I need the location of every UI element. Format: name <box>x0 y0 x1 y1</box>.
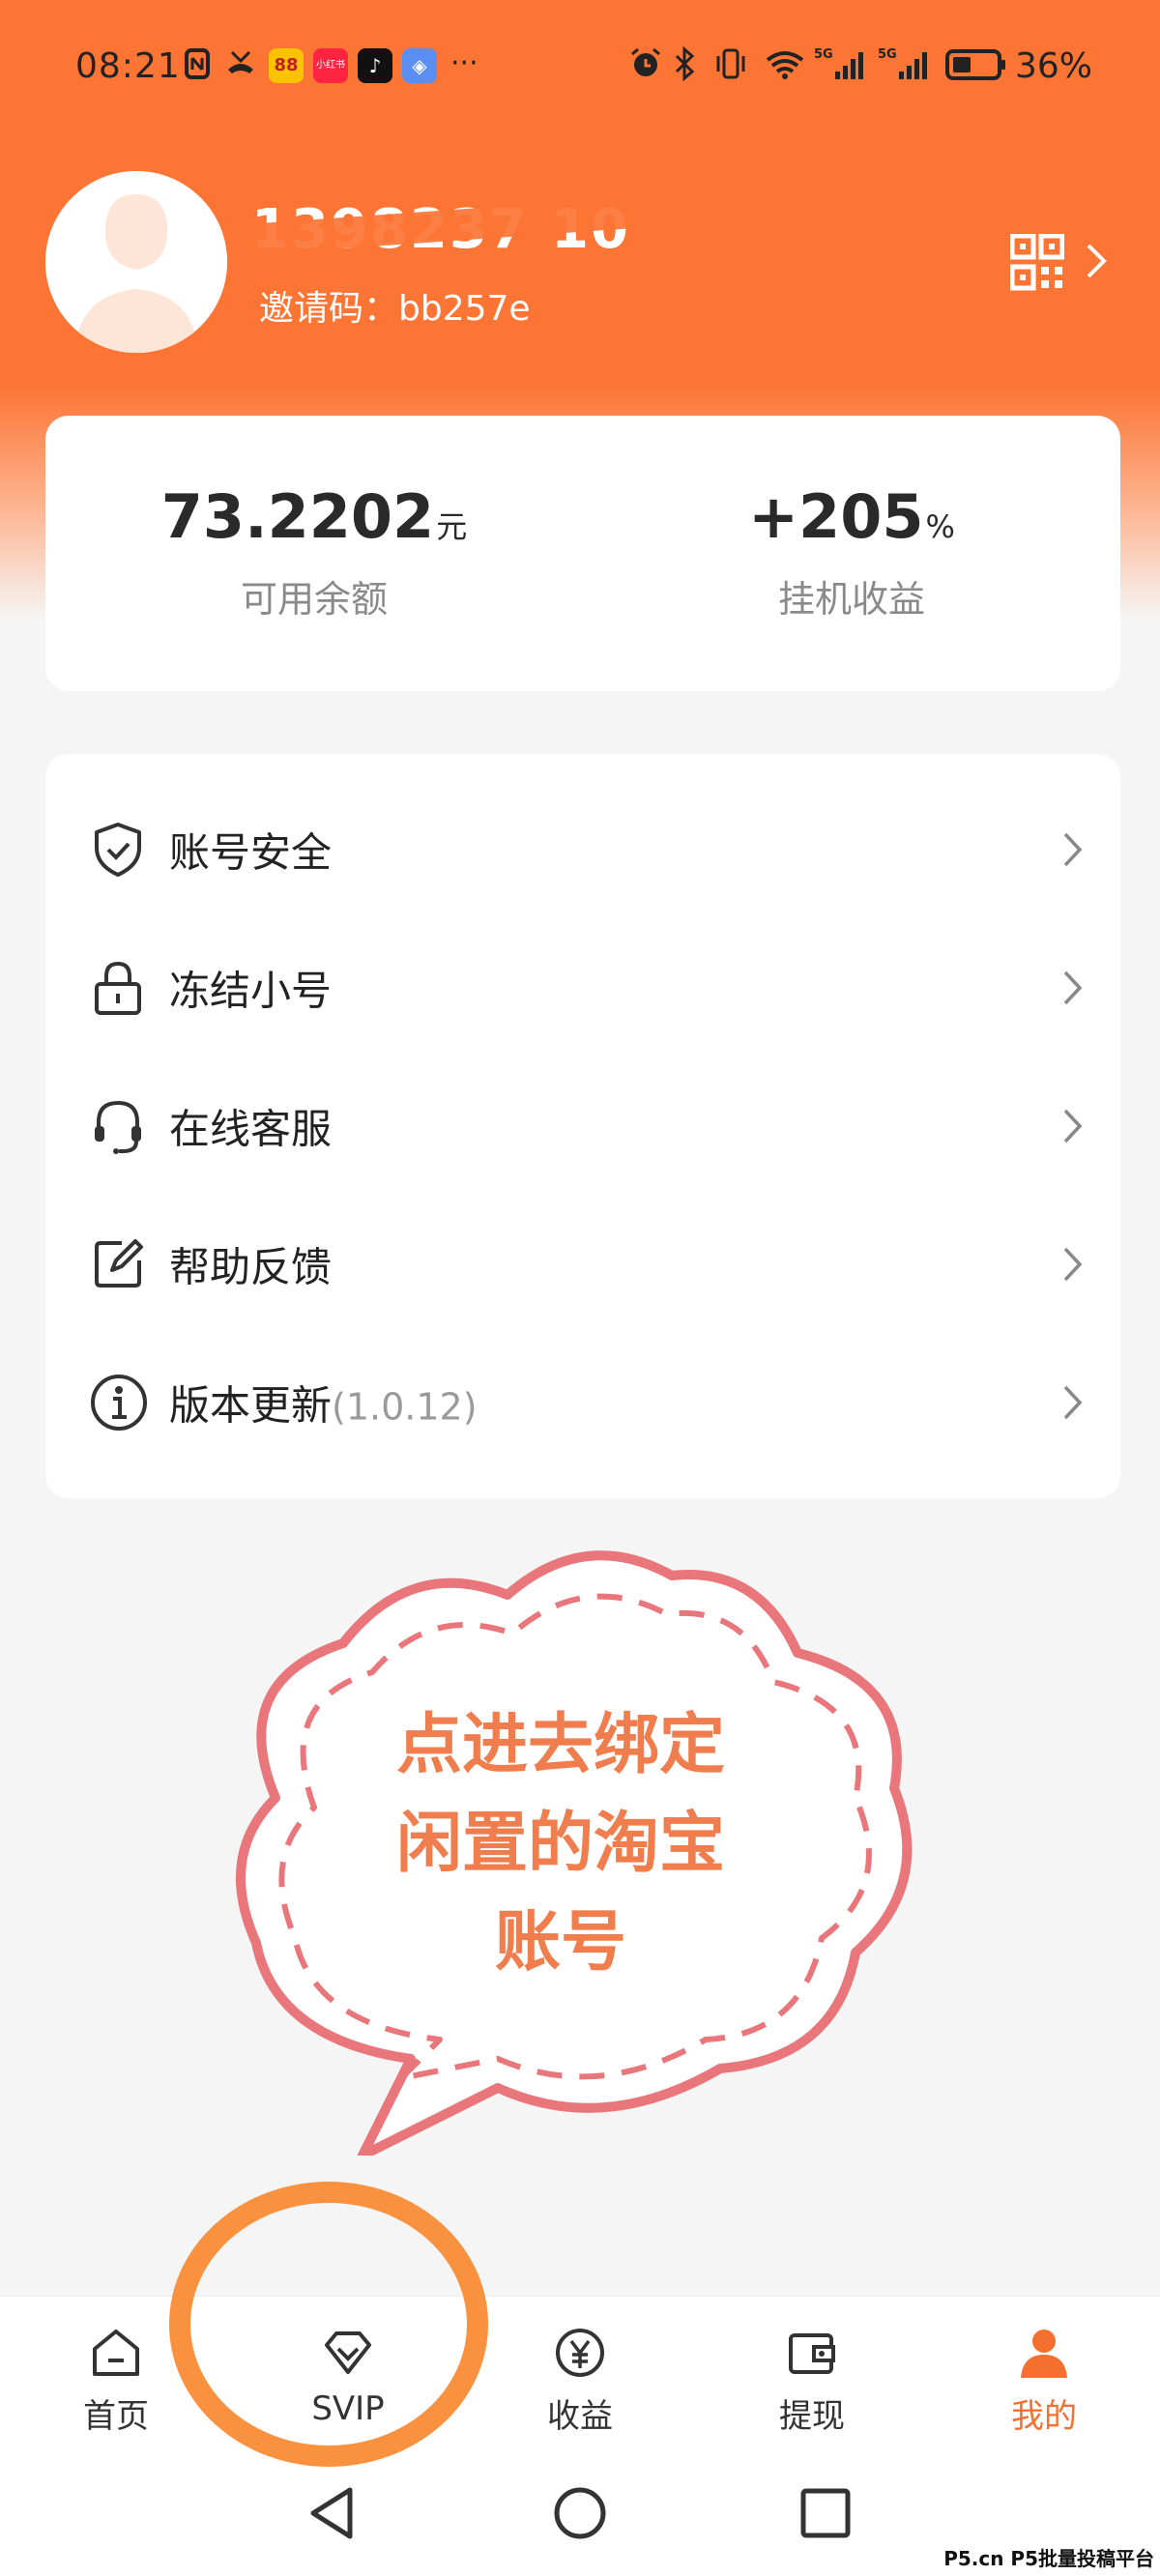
menu-item-label: 账号安全 <box>169 828 333 876</box>
annotation-line: 点进去绑定 <box>395 1707 725 1783</box>
edit-icon <box>95 1238 143 1288</box>
chevron-right-icon[interactable] <box>1085 242 1108 280</box>
settings-menu-list: 账号安全 冻结小号 在线客服 帮助反馈 版本更新(1.0.12) <box>45 754 1120 1498</box>
version-number: (1.0.12) <box>332 1385 478 1428</box>
menu-item-account-security[interactable]: 账号安全 <box>45 780 1120 918</box>
tab-label: 提现 <box>779 2397 845 2436</box>
recents-icon[interactable] <box>798 2484 853 2542</box>
nfc-icon <box>185 48 210 79</box>
tab-earnings[interactable]: 收益 <box>503 2326 657 2437</box>
balance-stat[interactable]: 73.2202元 可用余额 <box>45 481 583 622</box>
balance-label: 可用余额 <box>240 578 388 621</box>
chevron-right-icon <box>1063 1109 1083 1143</box>
menu-item-label: 冻结小号 <box>169 967 333 1014</box>
bluetooth-icon <box>675 46 695 81</box>
tiktok-notification-icon: ♪ <box>358 48 392 83</box>
back-icon[interactable] <box>307 2484 360 2542</box>
menu-item-freeze-account[interactable]: 冻结小号 <box>45 918 1120 1056</box>
watermark: P5.cn P5批量投稿平台 <box>943 2547 1154 2570</box>
alarm-icon <box>631 47 660 76</box>
menu-item-label: 版本更新(1.0.12) <box>169 1381 478 1429</box>
balance-unit: 元 <box>436 508 468 545</box>
app-notification-icon: 88 <box>269 48 304 83</box>
annotation-text: 点进去绑定 闲置的淘宝 账号 <box>319 1696 802 1992</box>
menu-item-label: 在线客服 <box>169 1105 333 1152</box>
headset-icon <box>95 1100 141 1154</box>
lock-icon <box>95 961 141 1015</box>
qr-code-icon[interactable] <box>1010 234 1064 292</box>
missed-call-icon <box>228 50 253 73</box>
chevron-right-icon <box>1063 970 1083 1004</box>
annotation-line: 账号 <box>494 1904 626 1981</box>
earnings-value: +205 <box>748 481 924 552</box>
shield-check-icon <box>95 822 141 877</box>
earnings-unit: % <box>925 508 955 545</box>
chevron-right-icon <box>1063 1385 1083 1419</box>
avatar[interactable] <box>45 171 227 353</box>
svg-text:5G: 5G <box>814 47 833 62</box>
tab-mine[interactable]: 我的 <box>967 2326 1121 2437</box>
yen-coin-icon <box>556 2329 604 2377</box>
home-icon <box>93 2330 139 2376</box>
wifi-icon <box>766 51 804 79</box>
signal-5g-icon: 5G <box>814 47 863 79</box>
earnings-stat[interactable]: +205% 挂机收益 <box>583 481 1120 622</box>
menu-item-online-support[interactable]: 在线客服 <box>45 1056 1120 1195</box>
menu-item-version-update[interactable]: 版本更新(1.0.12) <box>45 1333 1120 1471</box>
tab-label: 收益 <box>547 2397 613 2436</box>
tab-label: 首页 <box>83 2397 149 2436</box>
menu-item-help-feedback[interactable]: 帮助反馈 <box>45 1195 1120 1333</box>
avatar-placeholder-icon <box>45 171 227 353</box>
battery-icon <box>945 49 1005 80</box>
tab-withdraw[interactable]: 提现 <box>735 2326 889 2437</box>
xiaohongshu-notification-icon: 小红书 <box>313 48 348 83</box>
info-icon <box>91 1374 147 1431</box>
home-button-icon[interactable] <box>551 2484 609 2542</box>
wallet-icon <box>789 2333 835 2374</box>
annotation-line: 闲置的淘宝 <box>395 1806 725 1882</box>
highlight-circle <box>169 2182 488 2467</box>
chevron-right-icon <box>1063 1247 1083 1281</box>
status-bar: 08:21 88 小红书 ♪ ◈ ··· 5G 5G 36% <box>0 39 1160 101</box>
balance-value: 73.2202 <box>160 481 435 552</box>
balance-card: 73.2202元 可用余额 +205% 挂机收益 <box>45 416 1120 691</box>
battery-percentage: 36% <box>1015 46 1093 86</box>
tab-label: 我的 <box>1011 2397 1077 2436</box>
invite-code: 邀请码：bb257e <box>259 289 531 329</box>
signal-5g-icon: 5G <box>878 47 927 79</box>
svg-text:5G: 5G <box>878 47 897 62</box>
vibrate-icon <box>716 48 745 79</box>
earnings-label: 挂机收益 <box>777 578 925 621</box>
more-notifications-icon: ··· <box>450 46 478 80</box>
menu-item-label: 帮助反馈 <box>169 1243 333 1290</box>
app-notification-icon: ◈ <box>402 48 437 83</box>
user-icon <box>1021 2330 1067 2378</box>
chevron-right-icon <box>1063 832 1083 866</box>
status-time: 08:21 <box>75 46 181 86</box>
